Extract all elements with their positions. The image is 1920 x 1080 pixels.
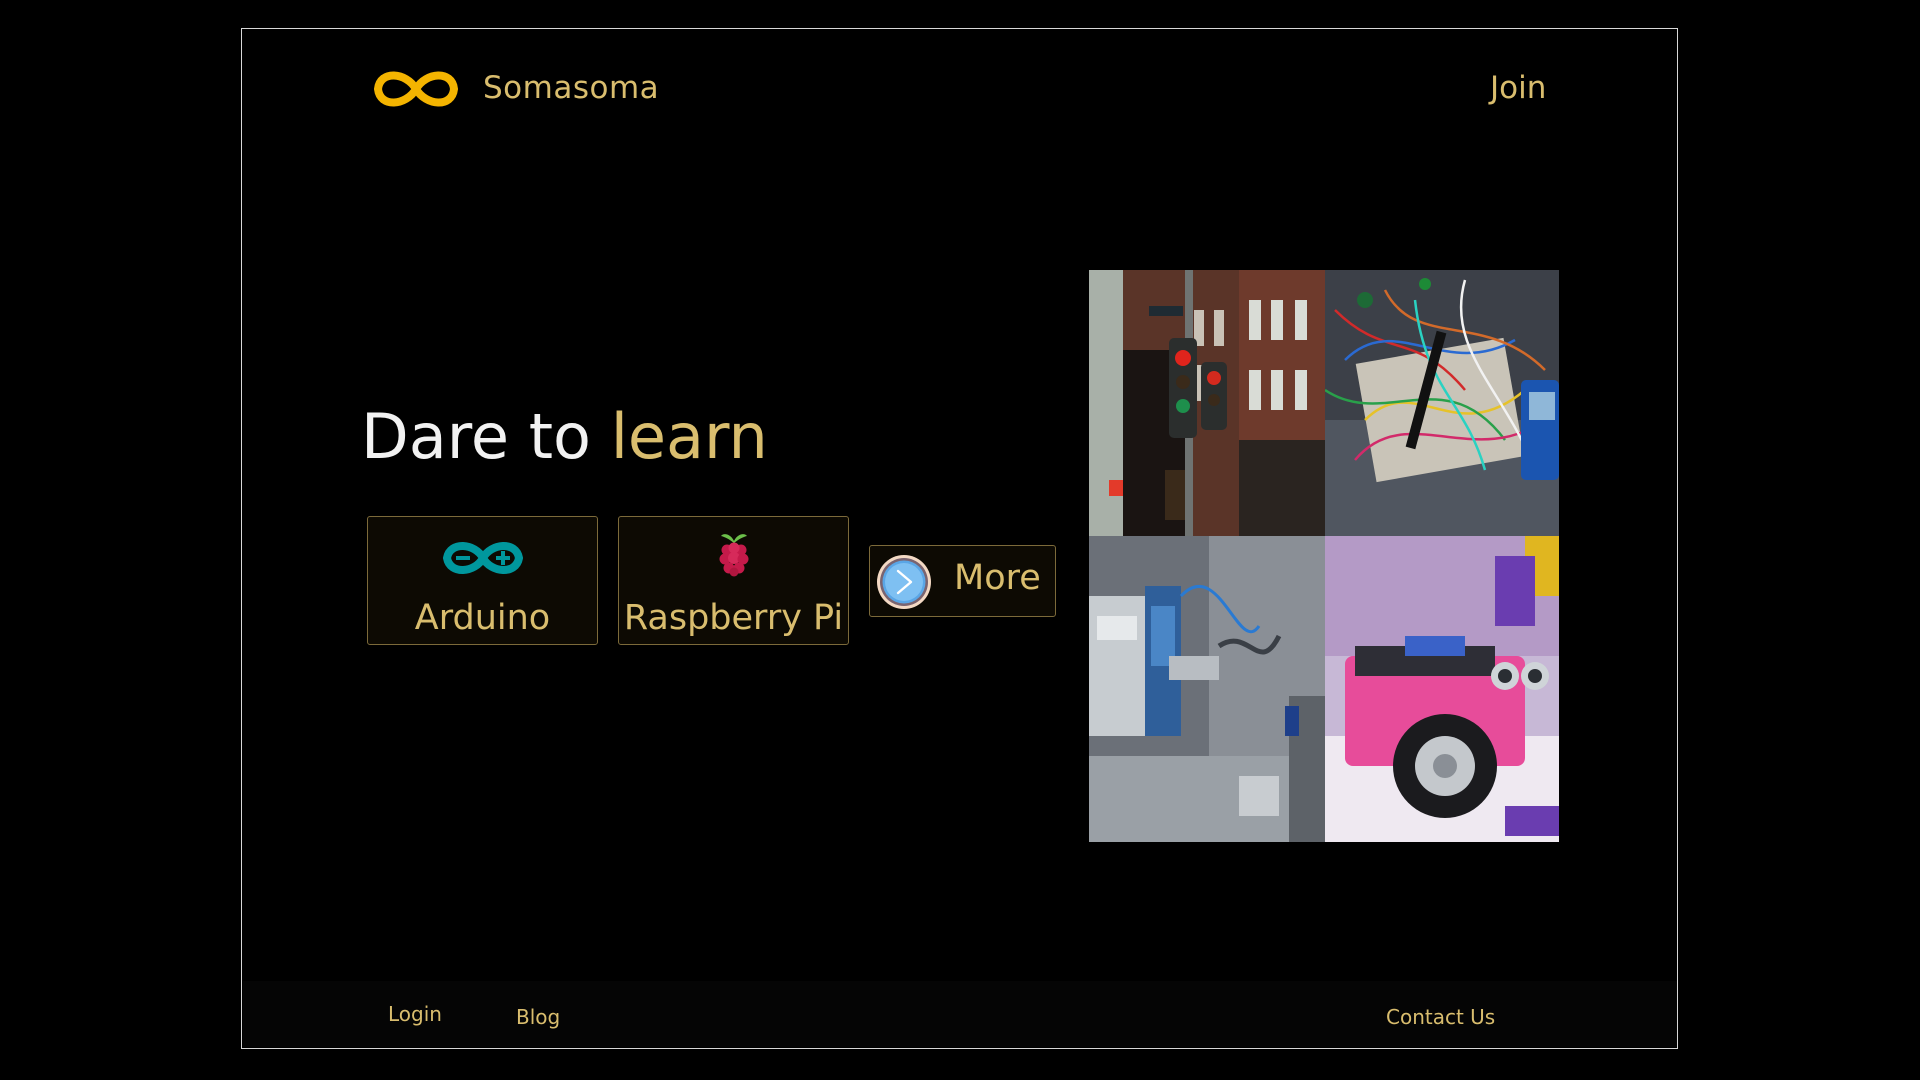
headline-text: Dare to	[361, 400, 591, 473]
arduino-label: Arduino	[414, 598, 551, 638]
footer-login-link[interactable]: Login	[388, 1002, 442, 1026]
arduino-card[interactable]: Arduino	[367, 516, 598, 645]
footer-blog-link[interactable]: Blog	[516, 1005, 560, 1029]
robot-car-photo	[1325, 536, 1559, 842]
raspberry-pi-icon	[719, 534, 748, 577]
arrow-right-circle-icon	[877, 555, 931, 609]
headline-highlight: learn	[610, 400, 768, 473]
more-label: More	[954, 558, 1041, 598]
breadboard-wires-photo	[1325, 270, 1559, 536]
brand-name[interactable]: Somasoma	[483, 70, 659, 106]
traffic-lights-street-photo	[1089, 270, 1325, 536]
hero-headline: Dare to learn	[361, 400, 768, 473]
robotic-arm-machine-photo	[1089, 536, 1325, 842]
join-link[interactable]: Join	[1490, 70, 1546, 106]
raspberry-pi-label: Raspberry Pi	[623, 598, 844, 638]
infinity-logo-icon[interactable]	[370, 64, 462, 114]
raspberry-pi-card[interactable]: Raspberry Pi	[618, 516, 849, 645]
footer-contact-link[interactable]: Contact Us	[1386, 1005, 1495, 1029]
arduino-icon	[442, 542, 523, 574]
more-card[interactable]: More	[869, 545, 1056, 617]
